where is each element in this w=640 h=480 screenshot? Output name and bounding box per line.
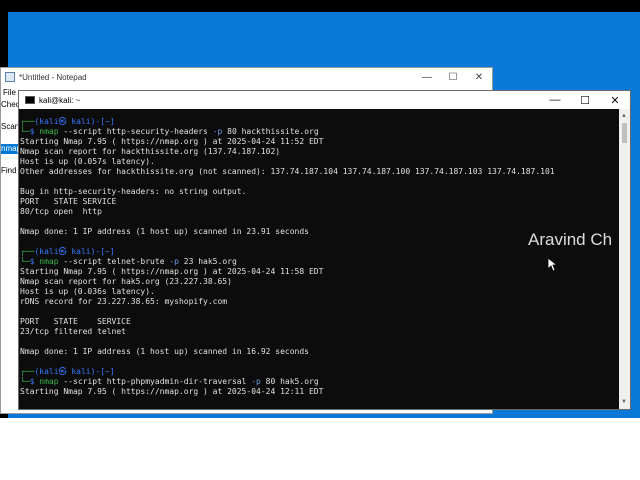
prompt-corner: ┌── bbox=[20, 117, 35, 126]
letterbox-top bbox=[0, 0, 640, 12]
command-args: --script http-security-headers bbox=[58, 127, 213, 136]
terminal-command-line: └─$ nmap --script http-security-headers … bbox=[20, 127, 319, 137]
prompt-corner: └─ bbox=[20, 127, 30, 136]
prompt-corner: ┌── bbox=[20, 247, 35, 256]
terminal-title: kali@kali: ~ bbox=[39, 95, 81, 105]
command-target: 80 hackthissite.org bbox=[222, 127, 319, 136]
notepad-icon bbox=[5, 72, 15, 82]
terminal-output-line: Nmap done: 1 IP address (1 host up) scan… bbox=[20, 227, 309, 236]
terminal-output-line: Starting Nmap 7.95 ( https://nmap.org ) … bbox=[20, 137, 324, 146]
terminal-output-line: Bug in http-security-headers: no string … bbox=[20, 187, 247, 196]
scrollbar-thumb[interactable] bbox=[622, 123, 627, 143]
terminal-window[interactable]: kali@kali: ~ — ☐ ✕ ┌──(kali㉿ kali)-[~] └─… bbox=[18, 90, 631, 410]
notepad-text-line[interactable]: Find bbox=[1, 166, 17, 176]
notepad-text-line[interactable]: Scan bbox=[1, 122, 19, 132]
terminal-output-line: Starting Nmap 7.95 ( https://nmap.org ) … bbox=[20, 387, 324, 396]
terminal-output[interactable]: ┌──(kali㉿ kali)-[~] └─$ nmap --script htt… bbox=[19, 117, 617, 407]
command-name: nmap bbox=[39, 127, 59, 136]
terminal-output-line: Other addresses for hackthissite.org (no… bbox=[20, 167, 555, 176]
screen: *Untitled - Notepad — ☐ ✕ File Chec Scan… bbox=[0, 0, 640, 480]
terminal-icon bbox=[25, 96, 35, 104]
terminal-output-line: Nmap scan report for hackthissite.org (1… bbox=[20, 147, 281, 156]
terminal-close-button[interactable]: ✕ bbox=[600, 91, 630, 109]
prompt-host: (kali㉿ kali)-[~] bbox=[34, 367, 115, 376]
notepad-minimize-button[interactable]: — bbox=[414, 68, 440, 86]
terminal-output-line: Nmap scan report for hak5.org (23.227.38… bbox=[20, 277, 232, 286]
command-name: nmap bbox=[39, 377, 59, 386]
notepad-title: *Untitled - Notepad bbox=[19, 72, 87, 82]
mouse-pointer-icon bbox=[548, 258, 558, 272]
command-option: -p bbox=[169, 257, 179, 266]
terminal-output-line: 80/tcp open http bbox=[20, 207, 102, 216]
prompt-host: (kali㉿ kali)-[~] bbox=[34, 117, 115, 126]
terminal-output-line: 23/tcp filtered telnet bbox=[20, 327, 126, 336]
terminal-maximize-button[interactable]: ☐ bbox=[570, 91, 600, 109]
prompt-corner: ┌── bbox=[20, 367, 35, 376]
command-option: -p bbox=[251, 377, 261, 386]
command-args: --script telnet-brute bbox=[58, 257, 170, 266]
terminal-minimize-button[interactable]: — bbox=[540, 91, 570, 109]
prompt-symbol: $ bbox=[29, 377, 40, 386]
terminal-prompt-header: ┌──(kali㉿ kali)-[~] bbox=[20, 117, 115, 127]
terminal-command-line: └─$ nmap --script telnet-brute -p 23 hak… bbox=[20, 257, 237, 267]
command-target: 80 hak5.org bbox=[260, 377, 319, 386]
prompt-corner: └─ bbox=[20, 377, 30, 386]
notepad-titlebar[interactable]: *Untitled - Notepad — ☐ ✕ bbox=[1, 68, 492, 86]
command-name: nmap bbox=[39, 257, 59, 266]
terminal-output-line: rDNS record for 23.227.38.65: myshopify.… bbox=[20, 297, 228, 306]
command-option: -p bbox=[212, 127, 223, 136]
command-target: 23 hak5.org bbox=[178, 257, 237, 266]
scroll-up-arrow-icon[interactable]: ▲ bbox=[621, 113, 627, 119]
terminal-output-line: Nmap done: 1 IP address (1 host up) scan… bbox=[20, 347, 309, 356]
terminal-command-line: └─$ nmap --script http-phpmyadmin-dir-tr… bbox=[20, 377, 319, 387]
notepad-text-line[interactable]: Chec bbox=[1, 100, 20, 110]
terminal-scrollbar[interactable]: ▲ ▼ bbox=[619, 109, 630, 409]
notepad-maximize-button[interactable]: ☐ bbox=[440, 68, 466, 86]
lower-blank-area bbox=[0, 418, 640, 480]
watermark-text: Aravind Ch bbox=[528, 230, 613, 249]
prompt-host: (kali㉿ kali)-[~] bbox=[34, 247, 115, 256]
terminal-output-line: PORT STATE SERVICE bbox=[20, 317, 131, 326]
terminal-prompt-header: ┌──(kali㉿ kali)-[~] bbox=[20, 367, 115, 377]
terminal-output-line: Host is up (0.057s latency). bbox=[20, 157, 155, 166]
prompt-symbol: $ bbox=[29, 127, 40, 136]
scroll-down-arrow-icon[interactable]: ▼ bbox=[621, 399, 627, 405]
terminal-output-line: Starting Nmap 7.95 ( https://nmap.org ) … bbox=[20, 267, 324, 276]
terminal-prompt-header: ┌──(kali㉿ kali)-[~] bbox=[20, 247, 115, 257]
terminal-output-line: PORT STATE SERVICE bbox=[20, 197, 117, 206]
notepad-menu-file[interactable]: File bbox=[3, 88, 16, 97]
prompt-symbol: $ bbox=[29, 257, 40, 266]
notepad-close-button[interactable]: ✕ bbox=[466, 68, 492, 86]
prompt-corner: └─ bbox=[20, 257, 30, 266]
command-args: --script http-phpmyadmin-dir-traversal bbox=[58, 377, 252, 386]
terminal-titlebar[interactable]: kali@kali: ~ — ☐ ✕ bbox=[19, 91, 630, 109]
terminal-output-line: Host is up (0.036s latency). bbox=[20, 287, 155, 296]
